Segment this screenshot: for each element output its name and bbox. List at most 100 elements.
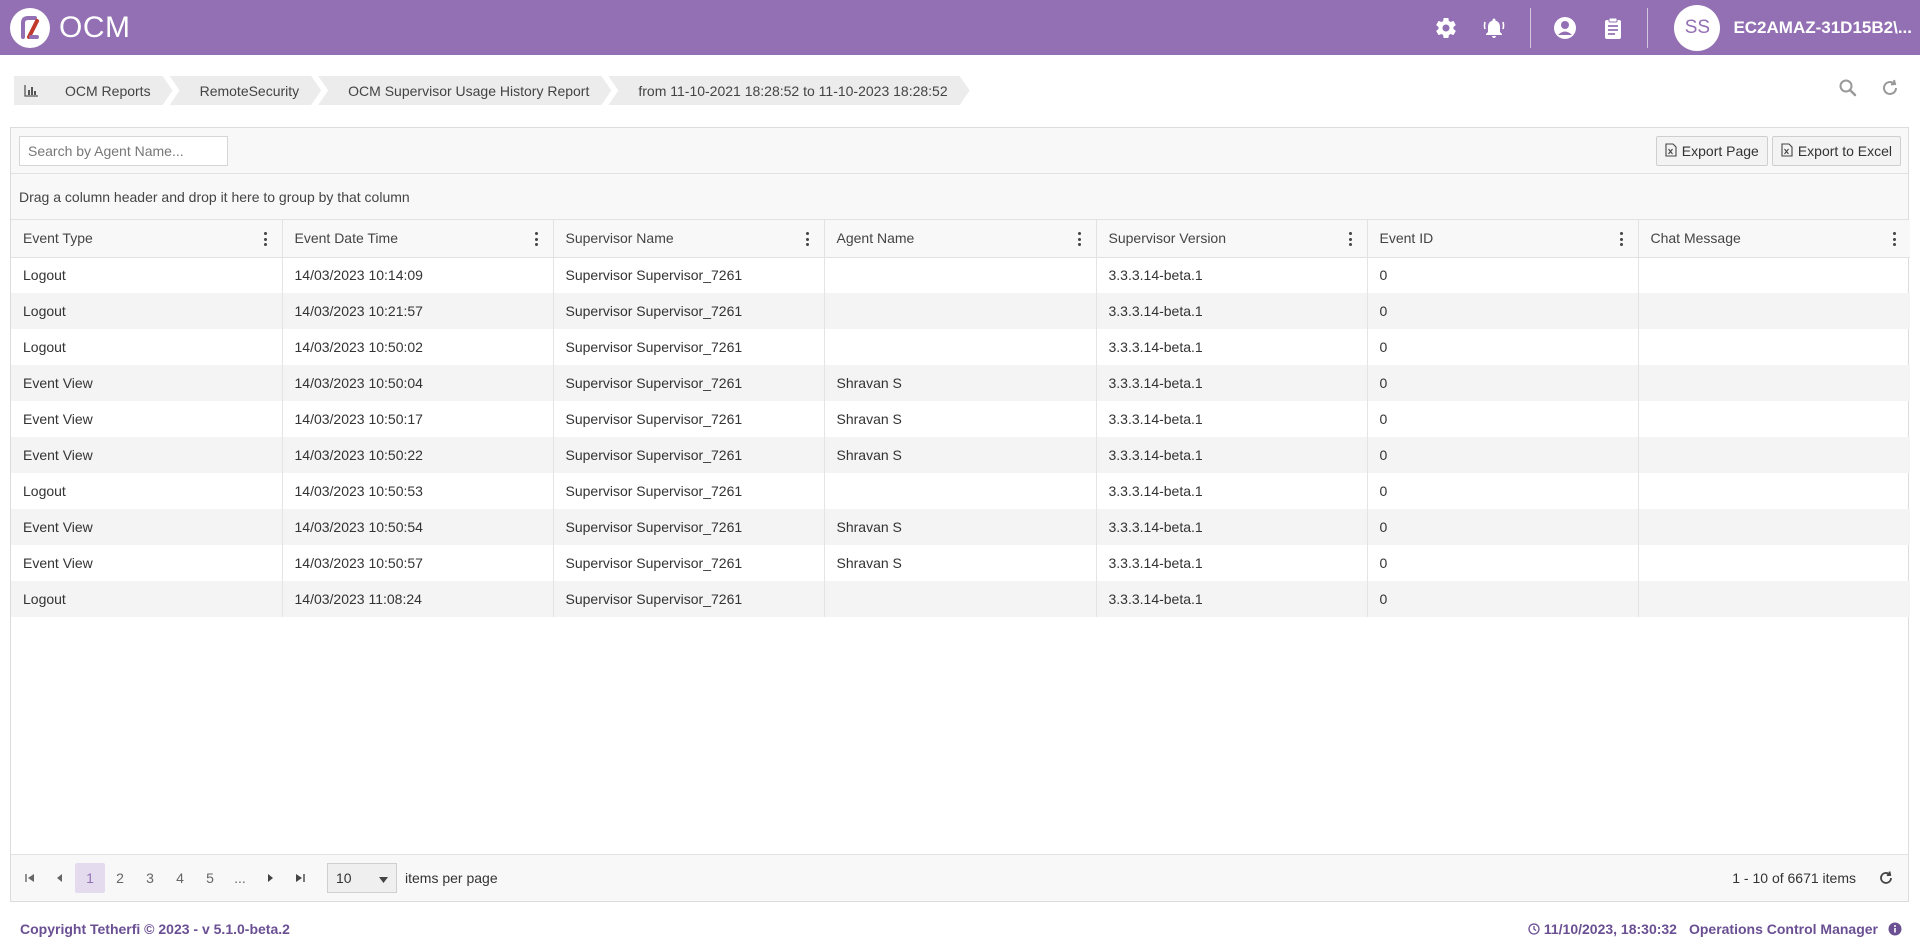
export-excel-button[interactable]: Export to Excel [1771, 136, 1901, 166]
table-cell: 3.3.3.14-beta.1 [1096, 257, 1368, 293]
table-row[interactable]: Logout 14/03/2023 10:50:02 Supervisor Supe… [11, 329, 1910, 365]
first-page-icon[interactable] [15, 863, 45, 893]
page-button[interactable]: 3 [135, 863, 165, 893]
table-cell [824, 473, 1097, 509]
clipboard-icon[interactable] [1601, 16, 1625, 40]
table-cell: 14/03/2023 10:14:09 [282, 257, 554, 293]
column-header[interactable]: Agent Name [824, 220, 1097, 258]
table-cell: Supervisor Supervisor_7261 [553, 293, 825, 329]
column-menu-icon[interactable] [1620, 232, 1624, 246]
breadcrumb: OCM Reports RemoteSecurity OCM Superviso… [14, 76, 967, 105]
breadcrumb-item-ocm-reports[interactable]: OCM Reports [14, 76, 173, 105]
page-list: 1 2 3 4 5... [75, 863, 255, 893]
table-row[interactable]: Logout 14/03/2023 10:50:53 Supervisor Supe… [11, 473, 1910, 509]
column-menu-icon[interactable] [1078, 232, 1082, 246]
table-cell: Supervisor Supervisor_7261 [553, 581, 825, 617]
app-logo[interactable]: OCM [10, 7, 131, 48]
table-cell: 14/03/2023 10:50:22 [282, 437, 554, 473]
user-avatar[interactable]: SS [1674, 4, 1721, 51]
grid-toolbar: Export Page Export to Excel [11, 128, 1908, 174]
page-button[interactable]: 4 [165, 863, 195, 893]
table-row[interactable]: Event View 14/03/2023 10:50:54 Supervisor … [11, 509, 1910, 545]
excel-file-icon [1781, 142, 1793, 160]
copyright-text: Copyright Tetherfi © 2023 - v 5.1.0-beta… [20, 921, 290, 937]
header-divider [1647, 7, 1649, 48]
next-page-icon[interactable] [255, 863, 285, 893]
export-page-label: Export Page [1681, 143, 1759, 159]
column-menu-icon[interactable] [535, 232, 539, 246]
user-circle-icon[interactable] [1553, 16, 1577, 40]
column-menu-icon[interactable] [264, 232, 268, 246]
table-cell: Supervisor Supervisor_7261 [553, 365, 825, 401]
table-cell: Supervisor Supervisor_7261 [553, 329, 825, 365]
pager: 1 2 3 4 5... 10 items per page 1 - 10 of 667… [11, 854, 1908, 901]
page-button[interactable]: ... [225, 863, 255, 893]
table-cell: 3.3.3.14-beta.1 [1096, 473, 1368, 509]
column-header[interactable]: Event Date Time [282, 220, 554, 258]
table-cell: 14/03/2023 10:50:17 [282, 401, 554, 437]
column-header[interactable]: Event ID [1367, 220, 1639, 258]
column-header[interactable]: Supervisor Name [553, 220, 825, 258]
table-cell: 14/03/2023 10:50:04 [282, 365, 554, 401]
refresh-icon[interactable] [1880, 78, 1900, 101]
bar-chart-icon [24, 85, 38, 97]
page-button[interactable]: 1 [75, 863, 105, 893]
export-page-button[interactable]: Export Page [1655, 136, 1768, 166]
breadcrumb-label: OCM Reports [65, 82, 151, 99]
table-cell: Logout [11, 257, 283, 293]
table-cell: 0 [1367, 293, 1639, 329]
group-drop-area[interactable]: Drag a column header and drop it here to… [11, 174, 1908, 220]
table-cell [824, 329, 1097, 365]
table-row[interactable]: Logout 14/03/2023 10:21:57 Supervisor Supe… [11, 293, 1910, 329]
search-icon[interactable] [1838, 78, 1858, 101]
table-cell: 3.3.3.14-beta.1 [1096, 365, 1368, 401]
table-row[interactable]: Event View 14/03/2023 10:50:57 Supervisor … [11, 545, 1910, 581]
breadcrumb-item-remotesecurity[interactable]: RemoteSecurity [170, 76, 322, 105]
pager-info: 1 - 10 of 6671 items [1732, 870, 1856, 886]
table-row[interactable]: Event View 14/03/2023 10:50:17 Supervisor … [11, 401, 1910, 437]
table-cell: Supervisor Supervisor_7261 [553, 545, 825, 581]
table-cell: Event View [11, 509, 283, 545]
table-cell: Logout [11, 329, 283, 365]
column-header[interactable]: Event Type [11, 220, 283, 258]
page-button[interactable]: 2 [105, 863, 135, 893]
column-header[interactable]: Chat Message [1638, 220, 1910, 258]
table-cell: 0 [1367, 401, 1639, 437]
page-size-select[interactable]: 10 [327, 863, 397, 893]
table-cell: 0 [1367, 437, 1639, 473]
table-cell: 14/03/2023 11:08:24 [282, 581, 554, 617]
table-row[interactable]: Event View 14/03/2023 10:50:22 Supervisor … [11, 437, 1910, 473]
table-row[interactable]: Logout 14/03/2023 11:08:24 Supervisor Supe… [11, 581, 1910, 617]
username-label[interactable]: EC2AMAZ-31D15B2\... [1733, 18, 1912, 38]
page-button[interactable]: 5 [195, 863, 225, 893]
table-row[interactable]: Event View 14/03/2023 10:50:04 Supervisor … [11, 365, 1910, 401]
table-cell: 3.3.3.14-beta.1 [1096, 581, 1368, 617]
pager-refresh-icon[interactable] [1878, 870, 1894, 889]
items-per-page-label: items per page [405, 870, 498, 886]
table-cell: Logout [11, 473, 283, 509]
table-row[interactable]: Logout 14/03/2023 10:14:09 Supervisor Supe… [11, 257, 1910, 293]
footer-product-name: Operations Control Manager [1688, 921, 1878, 937]
column-header-label: Chat Message [1650, 230, 1741, 247]
last-page-icon[interactable] [285, 863, 315, 893]
breadcrumb-item-date-range[interactable]: from 11-10-2021 18:28:52 to 11-10-2023 1… [608, 76, 969, 105]
table-cell: Logout [11, 293, 283, 329]
table-cell: 3.3.3.14-beta.1 [1096, 329, 1368, 365]
report-grid: Export Page Export to Excel Drag a colum… [10, 127, 1910, 902]
chevron-down-icon [379, 870, 388, 886]
info-icon[interactable] [1888, 922, 1902, 936]
previous-page-icon[interactable] [45, 863, 75, 893]
notification-bell-icon[interactable] [1482, 16, 1506, 40]
column-menu-icon[interactable] [1892, 232, 1896, 246]
search-agent-input[interactable] [19, 136, 228, 166]
column-menu-icon[interactable] [806, 232, 810, 246]
table-cell: Shravan S [824, 401, 1097, 437]
table-cell: 3.3.3.14-beta.1 [1096, 293, 1368, 329]
column-header[interactable]: Supervisor Version [1096, 220, 1368, 258]
table-cell: Shravan S [824, 365, 1097, 401]
page-size-value: 10 [336, 870, 352, 886]
table-cell: 14/03/2023 10:50:02 [282, 329, 554, 365]
breadcrumb-item-report[interactable]: OCM Supervisor Usage History Report [318, 76, 611, 105]
settings-gear-icon[interactable] [1434, 16, 1458, 40]
column-menu-icon[interactable] [1349, 232, 1353, 246]
